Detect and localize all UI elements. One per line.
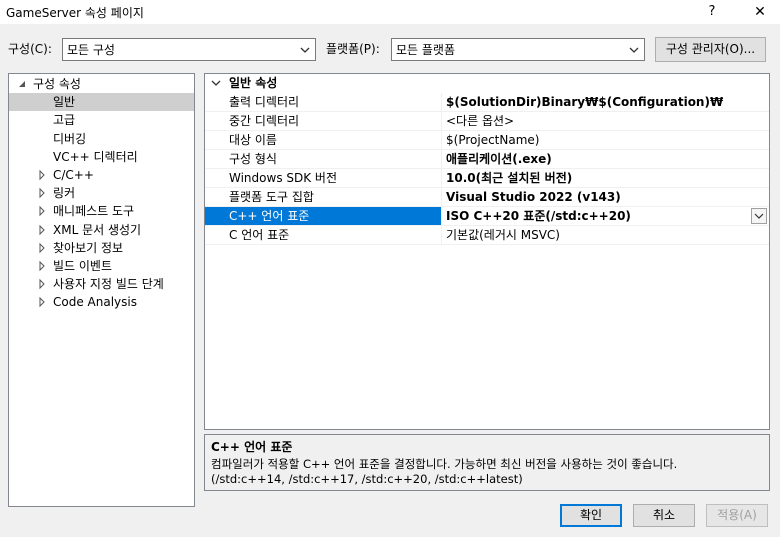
chevron-down-icon — [754, 213, 764, 219]
tree-item[interactable]: 매니페스트 도구 — [9, 202, 194, 220]
tree-item[interactable]: 빌드 이벤트 — [9, 257, 194, 275]
collapsed-triangle-icon[interactable] — [37, 293, 47, 311]
property-name: 대상 이름 — [205, 131, 441, 150]
property-name: 중간 디렉터리 — [205, 112, 441, 131]
property-name: C++ 언어 표준 — [205, 207, 441, 226]
tree-item[interactable]: 링커 — [9, 184, 194, 202]
tree-item-label: 사용자 지정 빌드 단계 — [53, 277, 164, 292]
tree-item-label: 링커 — [53, 186, 76, 201]
close-button[interactable]: ✕ — [740, 1, 780, 23]
property-row[interactable]: 플랫폼 도구 집합 Visual Studio 2022 (v143) — [205, 188, 769, 207]
tree-item[interactable]: 고급 — [9, 111, 194, 129]
description-panel: C++ 언어 표준 컴파일러가 적용할 C++ 언어 표준을 결정합니다. 가능… — [204, 434, 770, 491]
tree-item[interactable]: 일반 — [9, 93, 194, 112]
tree-item[interactable]: 사용자 지정 빌드 단계 — [9, 275, 194, 293]
property-value[interactable]: $(SolutionDir)Binary₩$(Configuration)₩ — [441, 93, 769, 112]
property-value-text: 애플리케이션(.exe) — [446, 152, 552, 166]
tree-item[interactable]: 구성 속성 — [9, 75, 194, 93]
property-row[interactable]: C++ 언어 표준 ISO C++20 표준(/std:c++20) — [205, 207, 769, 226]
collapsed-triangle-icon[interactable] — [37, 239, 47, 257]
property-value-text: 10.0(최근 설치된 버전) — [446, 171, 573, 185]
config-dropdown[interactable]: 모든 구성 — [62, 38, 316, 61]
platform-dropdown[interactable]: 모든 플랫폼 — [391, 38, 645, 61]
window-title: GameServer 속성 페이지 — [6, 6, 144, 20]
tree-item-label: 찾아보기 정보 — [53, 240, 124, 255]
property-value[interactable]: Visual Studio 2022 (v143) — [441, 188, 769, 207]
property-grid[interactable]: 일반 속성 출력 디렉터리 $(SolutionDir)Binary₩$(Conf… — [204, 73, 770, 430]
collapsed-triangle-icon[interactable] — [37, 184, 47, 202]
property-value-text: <다른 옵션> — [446, 114, 515, 128]
tree-item[interactable]: Code Analysis — [9, 293, 194, 311]
property-name: 플랫폼 도구 집합 — [205, 188, 441, 207]
property-value[interactable]: 기본값(레거시 MSVC) — [441, 226, 769, 245]
tree-item[interactable]: C/C++ — [9, 166, 194, 184]
property-value[interactable]: 10.0(최근 설치된 버전) — [441, 169, 769, 188]
description-options: (/std:c++14, /std:c++17, /std:c++20, /st… — [211, 472, 523, 486]
tree-item-label: 일반 — [53, 95, 76, 110]
tree-item-label: 구성 속성 — [33, 77, 81, 91]
tree-item-label: 매니페스트 도구 — [53, 204, 135, 219]
collapsed-triangle-icon[interactable] — [37, 166, 47, 184]
chevron-down-icon — [629, 47, 639, 53]
cancel-button[interactable]: 취소 — [633, 504, 695, 527]
collapsed-triangle-icon[interactable] — [37, 221, 47, 239]
grid-section-label: 일반 속성 — [229, 76, 278, 90]
title-bar: GameServer 속성 페이지 ? ✕ — [0, 0, 780, 24]
tree-item-label: 고급 — [53, 113, 76, 128]
property-value[interactable]: ISO C++20 표준(/std:c++20) — [441, 207, 769, 226]
property-tree[interactable]: 구성 속성일반고급디버깅 VC++ 디렉터리 C/C++ 링커매니페스트 도구 XML … — [8, 73, 195, 507]
config-label: 구성(C): — [8, 42, 52, 56]
platform-dropdown-value: 모든 플랫폼 — [396, 43, 456, 57]
config-dropdown-value: 모든 구성 — [67, 43, 115, 57]
ok-button[interactable]: 확인 — [560, 504, 622, 527]
tree-item[interactable]: XML 문서 생성기 — [9, 221, 194, 239]
tree-item[interactable]: 디버깅 — [9, 130, 194, 148]
property-value-text: $(SolutionDir)Binary₩$(Configuration)₩ — [446, 95, 724, 109]
property-name: C 언어 표준 — [205, 226, 441, 245]
apply-button[interactable]: 적용(A) — [706, 504, 768, 527]
property-name: 출력 디렉터리 — [205, 93, 441, 112]
collapse-chevron-icon[interactable] — [211, 78, 221, 88]
property-value[interactable]: <다른 옵션> — [441, 112, 769, 131]
tree-item-label: 디버깅 — [53, 131, 87, 146]
chevron-down-icon — [300, 47, 310, 53]
grid-section-header[interactable]: 일반 속성 — [205, 74, 769, 93]
expanded-triangle-icon[interactable] — [17, 75, 27, 93]
property-row[interactable]: 출력 디렉터리 $(SolutionDir)Binary₩$(Configurat… — [205, 93, 769, 112]
tree-item-label: Code Analysis — [53, 295, 137, 310]
property-name: 구성 형식 — [205, 150, 441, 169]
tree-item-label: XML 문서 생성기 — [53, 222, 142, 237]
property-name: Windows SDK 버전 — [205, 169, 441, 188]
tree-item[interactable]: VC++ 디렉터리 — [9, 148, 194, 166]
property-value-text: 기본값(레거시 MSVC) — [446, 228, 560, 242]
tree-item-label: C/C++ — [53, 168, 94, 182]
description-title: C++ 언어 표준 — [211, 440, 293, 454]
property-row[interactable]: 대상 이름 $(ProjectName) — [205, 131, 769, 150]
tree-item-label: 빌드 이벤트 — [53, 259, 113, 273]
config-manager-button[interactable]: 구성 관리자(O)... — [655, 37, 766, 62]
collapsed-triangle-icon[interactable] — [37, 275, 47, 293]
property-row[interactable]: 중간 디렉터리 <다른 옵션> — [205, 112, 769, 131]
platform-label: 플랫폼(P): — [326, 42, 380, 56]
property-row[interactable]: 구성 형식 애플리케이션(.exe) — [205, 150, 769, 169]
property-value[interactable]: $(ProjectName) — [441, 131, 769, 150]
property-value-text: ISO C++20 표준(/std:c++20) — [446, 209, 631, 223]
value-dropdown-button[interactable] — [751, 208, 767, 224]
property-row[interactable]: C 언어 표준 기본값(레거시 MSVC) — [205, 226, 769, 245]
collapsed-triangle-icon[interactable] — [37, 257, 47, 275]
description-text: 컴파일러가 적용할 C++ 언어 표준을 결정합니다. 가능하면 최신 버전을 … — [211, 457, 678, 471]
property-value[interactable]: 애플리케이션(.exe) — [441, 150, 769, 169]
help-button[interactable]: ? — [700, 1, 724, 23]
property-value-text: $(ProjectName) — [446, 133, 540, 147]
tree-item[interactable]: 찾아보기 정보 — [9, 239, 194, 257]
property-row[interactable]: Windows SDK 버전 10.0(최근 설치된 버전) — [205, 169, 769, 188]
collapsed-triangle-icon[interactable] — [37, 202, 47, 220]
tree-item-label: VC++ 디렉터리 — [53, 149, 138, 164]
property-value-text: Visual Studio 2022 (v143) — [446, 190, 621, 204]
